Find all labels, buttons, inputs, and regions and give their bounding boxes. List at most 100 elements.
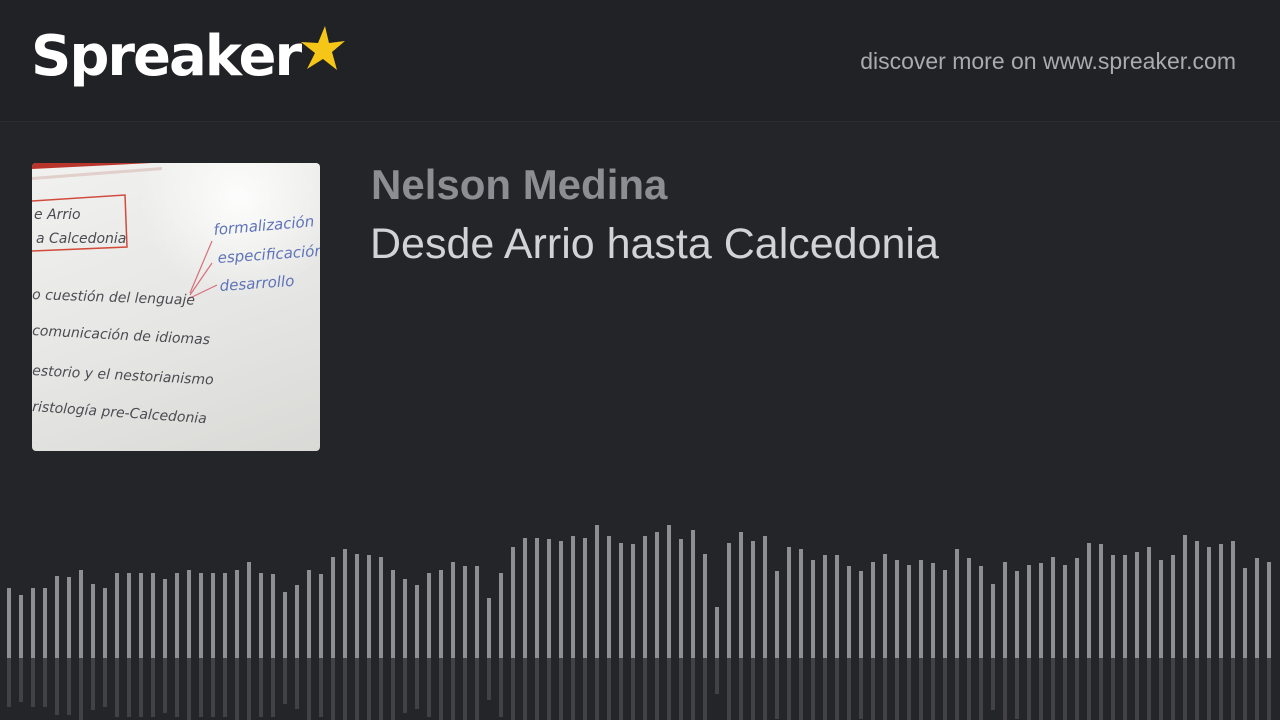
waveform-bar (1075, 558, 1079, 658)
waveform-bar (1111, 555, 1115, 658)
waveform-bar (1207, 547, 1211, 658)
waveform-bar (1123, 555, 1127, 658)
waveform-bar (91, 584, 95, 658)
waveform-bar (1183, 535, 1187, 658)
waveform-bar-reflection (223, 658, 227, 717)
waveform-bar-reflection (439, 658, 443, 720)
waveform-bar (667, 525, 671, 658)
waveform-bar-reflection (55, 658, 59, 715)
waveform-bar-reflection (787, 658, 791, 720)
waveform-bar (19, 595, 23, 658)
spreaker-logo[interactable]: Spreaker (31, 22, 346, 92)
waveform-bar-reflection (1267, 658, 1271, 720)
waveform-bar-reflection (703, 658, 707, 720)
waveform-bar-reflection (331, 658, 335, 720)
waveform-bar-reflection (391, 658, 395, 720)
waveform-bar (1039, 563, 1043, 658)
waveform-bar (415, 585, 419, 658)
waveform-bar (211, 573, 215, 658)
waveform-bar (55, 576, 59, 658)
waveform-bar-reflection (475, 658, 479, 720)
cover-line-2: a Calcedonia (36, 231, 126, 247)
audio-waveform[interactable] (0, 500, 1280, 720)
waveform-bar (427, 573, 431, 658)
waveform-bar (523, 538, 527, 658)
waveform-bar (115, 573, 119, 658)
waveform-bar-reflection (775, 658, 779, 719)
waveform-bar (1195, 541, 1199, 658)
waveform-bar (559, 541, 563, 658)
waveform-bar (139, 573, 143, 658)
waveform-bar (643, 536, 647, 658)
waveform-bar (631, 544, 635, 658)
waveform-bar-reflection (403, 658, 407, 713)
waveform-bar (223, 573, 227, 658)
waveform-bar-reflection (1135, 658, 1139, 720)
waveform-bar-reflection (115, 658, 119, 717)
waveform-bar-reflection (547, 658, 551, 720)
waveform-bar (43, 588, 47, 658)
waveform-bar (1243, 568, 1247, 658)
waveform-bar (835, 555, 839, 658)
episode-author[interactable]: Nelson Medina (371, 160, 667, 210)
waveform-bar-reflection (1063, 658, 1067, 720)
waveform-bar (67, 577, 71, 658)
waveform-bar-reflection (847, 658, 851, 720)
waveform-bar (907, 565, 911, 658)
waveform-bar-reflection (187, 658, 191, 720)
waveform-bar (1015, 571, 1019, 658)
waveform-bar (1159, 560, 1163, 658)
waveform-bar (763, 536, 767, 658)
waveform-bar-reflection (691, 658, 695, 720)
waveform-bar (739, 532, 743, 658)
waveform-bar-reflection (1027, 658, 1031, 720)
waveform-bar (1147, 547, 1151, 658)
waveform-bar-reflection (91, 658, 95, 710)
waveform-bar (1027, 565, 1031, 658)
waveform-bar-reflection (919, 658, 923, 720)
waveform-bar (991, 584, 995, 658)
waveform-bar (715, 607, 719, 658)
waveform-bar-reflection (1219, 658, 1223, 720)
waveform-bar-reflection (799, 658, 803, 720)
waveform-bar-reflection (667, 658, 671, 720)
waveform-bar (823, 555, 827, 658)
waveform-bar-reflection (259, 658, 263, 717)
waveform-bar-reflection (451, 658, 455, 720)
waveform-bar-reflection (211, 658, 215, 717)
whiteboard-photo: e Arrio a Calcedonia o cuestión del leng… (32, 163, 320, 451)
waveform-bar-reflection (1207, 658, 1211, 720)
waveform-bar-reflection (931, 658, 935, 720)
waveform-bar-reflection (715, 658, 719, 694)
waveform-bar-reflection (631, 658, 635, 720)
waveform-bar-reflection (19, 658, 23, 702)
waveform-bar (259, 573, 263, 658)
waveform-bar-reflection (271, 658, 275, 717)
waveform-bar-reflection (1147, 658, 1151, 720)
waveform-bar-reflection (511, 658, 515, 720)
waveform-bar-reflection (343, 658, 347, 720)
waveform-bar-reflection (7, 658, 11, 707)
logo-text: Spreaker (31, 24, 302, 89)
waveform-bar-reflection (295, 658, 299, 709)
waveform-bar (679, 539, 683, 658)
waveform-bar-reflection (127, 658, 131, 717)
waveform-bar (967, 558, 971, 658)
waveform-bar-reflection (1243, 658, 1247, 720)
waveform-bar (703, 554, 707, 658)
waveform-bar-reflection (1099, 658, 1103, 720)
waveform-bar (511, 547, 515, 658)
waveform-bar-reflection (379, 658, 383, 720)
waveform-bar-reflection (1003, 658, 1007, 720)
waveform-bar-reflection (1231, 658, 1235, 720)
waveform-bar (775, 571, 779, 658)
waveform-bar (1003, 562, 1007, 658)
waveform-bar-reflection (607, 658, 611, 720)
waveform-bar (307, 570, 311, 658)
discover-more-link[interactable]: discover more on www.spreaker.com (860, 46, 1236, 76)
waveform-bar-reflection (499, 658, 503, 717)
waveform-bar-reflection (283, 658, 287, 704)
waveform-bar (619, 543, 623, 658)
waveform-bar (1099, 544, 1103, 658)
waveform-bar-reflection (811, 658, 815, 720)
